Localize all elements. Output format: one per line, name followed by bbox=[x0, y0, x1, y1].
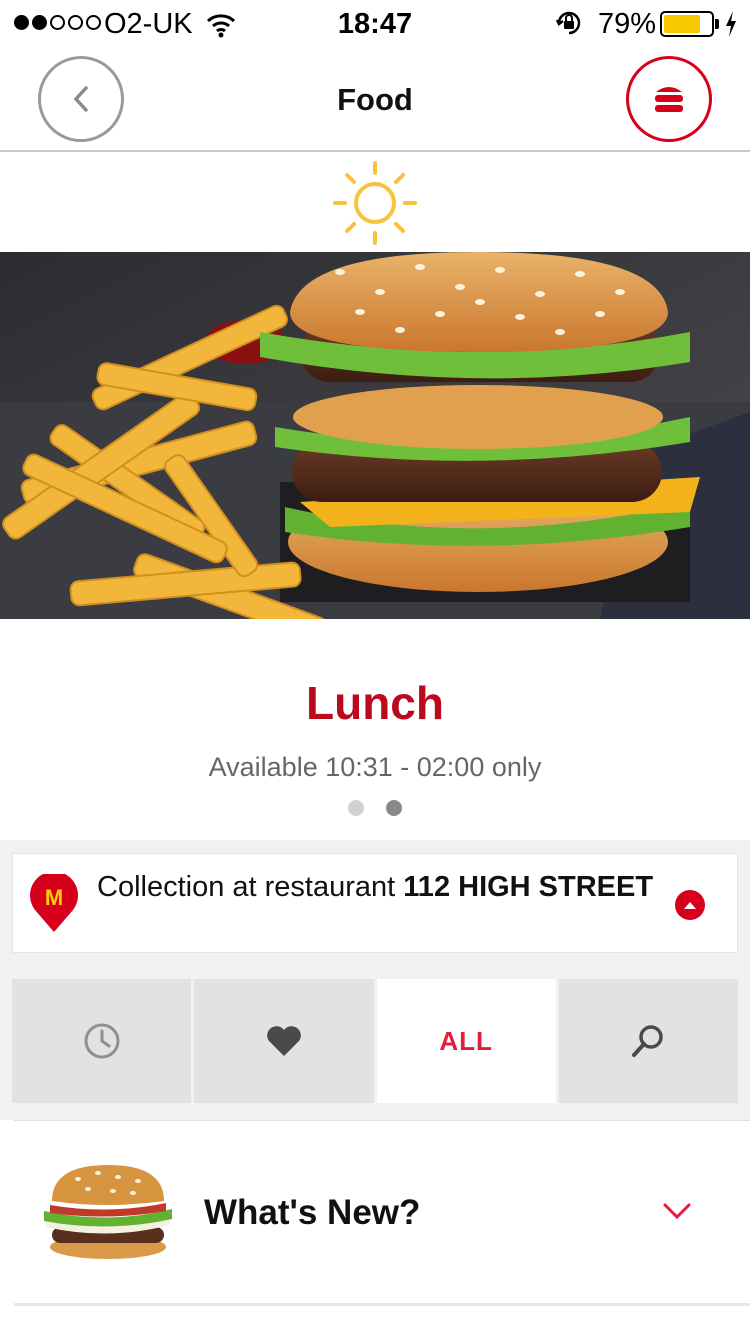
burger-and-fries-photo bbox=[0, 252, 750, 619]
sun-icon bbox=[333, 161, 417, 245]
tab-search[interactable] bbox=[558, 979, 738, 1103]
status-bar: O2-UK 18:47 79% bbox=[0, 0, 750, 48]
meal-availability: Available 10:31 - 02:00 only bbox=[208, 752, 542, 782]
daypart-indicator bbox=[0, 154, 750, 252]
battery-icon bbox=[660, 11, 714, 37]
chevron-up-icon bbox=[684, 902, 696, 909]
collapse-button[interactable] bbox=[675, 890, 705, 920]
nav-header: Food bbox=[0, 48, 750, 152]
battery-nub bbox=[715, 19, 719, 29]
search-icon bbox=[632, 1025, 664, 1057]
page-dot[interactable] bbox=[348, 800, 364, 816]
menu-button[interactable] bbox=[626, 56, 712, 142]
collection-text: Collection at restaurant 112 HIGH STREET bbox=[97, 868, 657, 906]
rotation-lock-icon bbox=[555, 11, 581, 35]
charging-bolt-icon bbox=[726, 11, 736, 37]
chevron-down-icon[interactable] bbox=[662, 1201, 692, 1221]
page-indicator[interactable] bbox=[0, 800, 750, 816]
tab-favourites[interactable] bbox=[194, 979, 374, 1103]
page-dot-active[interactable] bbox=[386, 800, 402, 816]
tab-recent[interactable] bbox=[12, 979, 192, 1103]
category-row[interactable]: What's New? bbox=[14, 1120, 750, 1306]
burger-thumbnail bbox=[44, 1165, 172, 1259]
battery-percent: 79% bbox=[598, 8, 657, 40]
filter-tabs: ALL bbox=[12, 979, 738, 1103]
heart-icon bbox=[267, 1026, 301, 1056]
meal-title: Lunch bbox=[306, 677, 444, 729]
collection-prefix: Collection at restaurant bbox=[97, 871, 404, 903]
svg-text:M: M bbox=[45, 885, 63, 910]
category-label: What's New? bbox=[204, 1193, 421, 1232]
tab-all[interactable]: ALL bbox=[376, 979, 556, 1103]
burger-menu-icon bbox=[655, 87, 683, 112]
clock-icon bbox=[84, 1023, 120, 1059]
collection-bar[interactable]: M Collection at restaurant 112 HIGH STRE… bbox=[12, 853, 738, 953]
restaurant-name: 112 HIGH STREET bbox=[403, 871, 654, 903]
hero-image bbox=[0, 252, 750, 619]
tab-all-label: ALL bbox=[439, 1025, 493, 1056]
mcdonalds-pin-icon: M bbox=[30, 874, 78, 932]
